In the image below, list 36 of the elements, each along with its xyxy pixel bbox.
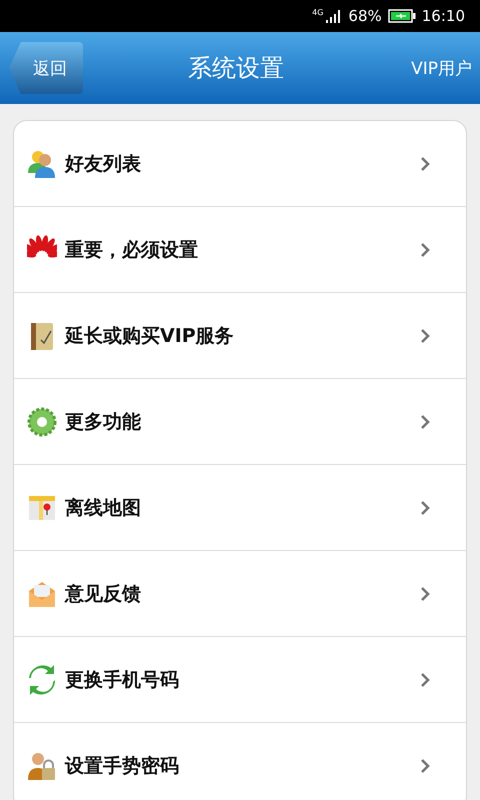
people-icon — [27, 148, 57, 178]
refresh-icon — [27, 664, 57, 694]
chevron-icon — [420, 242, 430, 258]
item-label: 离线地图 — [65, 496, 142, 520]
settings-item[interactable]: 延长或购买VIP服务 — [14, 293, 466, 379]
settings-item[interactable]: 好友列表 — [14, 121, 466, 207]
settings-item[interactable]: 更多功能 — [14, 379, 466, 465]
network-label: 4G — [312, 8, 324, 17]
item-label: 意见反馈 — [65, 582, 142, 606]
chevron-icon — [420, 500, 430, 516]
settings-item[interactable]: 意见反馈 — [14, 551, 466, 637]
page-title: 系统设置 — [187, 53, 285, 84]
item-label: 好友列表 — [65, 152, 142, 176]
gear-icon — [27, 406, 57, 436]
settings-item[interactable]: 更换手机号码 — [14, 637, 466, 723]
vip-label: VIP用户 — [410, 58, 472, 80]
battery-icon — [388, 9, 416, 23]
chevron-icon — [420, 414, 430, 430]
battery-percent: 68% — [348, 7, 382, 25]
chevron-icon — [420, 156, 430, 172]
item-label: 更换手机号码 — [65, 668, 180, 692]
chevron-icon — [420, 672, 430, 688]
back-button[interactable]: 返回 — [9, 42, 83, 94]
item-label: 延长或购买VIP服务 — [65, 324, 235, 348]
chevron-icon — [420, 328, 430, 344]
item-label: 设置手势密码 — [65, 754, 180, 778]
settings-item[interactable]: 重要，必须设置 — [14, 207, 466, 293]
chevron-icon — [420, 586, 430, 602]
item-label: 更多功能 — [65, 410, 142, 434]
item-label: 重要，必须设置 — [65, 238, 199, 262]
settings-item[interactable]: 设置手势密码 — [14, 723, 466, 800]
settings-item[interactable]: 离线地图 — [14, 465, 466, 551]
user-lock-icon — [27, 750, 57, 780]
clock: 16:10 — [422, 7, 465, 25]
signal-icon — [326, 10, 340, 22]
chevron-icon — [420, 758, 430, 774]
